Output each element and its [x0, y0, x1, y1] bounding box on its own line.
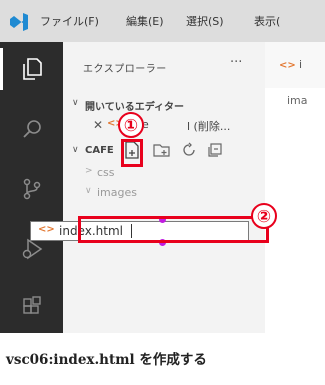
- menu-bar: ファイル(F) 編集(E) 選択(S) 表示(: [0, 0, 325, 42]
- chevron-right-icon: >: [85, 166, 93, 176]
- explorer-icon: [22, 58, 42, 80]
- annotation-badge-1: ①: [118, 112, 144, 138]
- tree-label: images: [97, 186, 137, 199]
- new-folder-icon[interactable]: [153, 142, 171, 158]
- annotation-badge-2: ②: [251, 203, 277, 229]
- menu-edit[interactable]: 編集(E): [126, 13, 164, 29]
- explorer-sidebar: エクスプローラー ··· ∨ 開いているエディター ✕ <> inde l (削…: [63, 42, 265, 333]
- editor-area: <> i ima: [265, 42, 325, 333]
- html-file-icon: <>: [38, 224, 55, 235]
- tab-index-html[interactable]: <> i: [265, 42, 325, 88]
- chevron-down-icon: ∨: [85, 186, 92, 196]
- chevron-down-icon: ∨: [72, 145, 79, 155]
- tree-label: css: [97, 166, 115, 179]
- extensions-icon: [22, 296, 41, 314]
- refresh-icon[interactable]: [181, 142, 197, 158]
- more-actions-button[interactable]: ···: [230, 55, 242, 70]
- open-editor-item[interactable]: ✕ <> inde l (削除...: [63, 115, 265, 135]
- menu-file[interactable]: ファイル(F): [40, 13, 99, 29]
- tree-item-images[interactable]: ∨ images: [63, 183, 265, 203]
- active-indicator: [0, 48, 3, 90]
- tab-label: i: [299, 58, 303, 71]
- annotation-box-new-file: [121, 139, 143, 167]
- open-editors-header[interactable]: ∨ 開いているエディター: [63, 95, 265, 115]
- open-editor-suffix: l (削除...: [187, 120, 231, 133]
- html-file-icon: <>: [279, 60, 296, 71]
- editor-text: ima: [287, 94, 308, 107]
- source-control-icon: [23, 178, 40, 200]
- close-icon[interactable]: ✕: [93, 118, 103, 132]
- open-editors-label: 開いているエディター: [85, 102, 184, 113]
- chevron-down-icon: ∨: [72, 98, 79, 108]
- collapse-all-icon[interactable]: [207, 142, 223, 158]
- source-control-activity-button[interactable]: [0, 164, 63, 214]
- search-icon: [22, 120, 41, 138]
- vscode-window: ファイル(F) 編集(E) 選択(S) 表示(エクスプローラー ··· ∨ 開…: [0, 0, 325, 333]
- annotation-box-filename: [78, 216, 269, 243]
- search-activity-button[interactable]: [0, 104, 63, 154]
- tab-strip: <> i: [265, 42, 325, 88]
- menu-selection[interactable]: 選択(S): [186, 13, 224, 29]
- explorer-title: エクスプローラー: [83, 64, 167, 75]
- tree-item-css[interactable]: > css: [63, 163, 265, 183]
- menu-view[interactable]: 表示(: [254, 13, 280, 29]
- activity-bar: [0, 42, 63, 333]
- caption: vsc06:index.html を作成する: [6, 352, 207, 368]
- vscode-logo-icon: [10, 13, 28, 31]
- folder-name: CAFE: [85, 145, 114, 156]
- explorer-activity-button[interactable]: [0, 44, 63, 94]
- extensions-activity-button[interactable]: [0, 282, 63, 332]
